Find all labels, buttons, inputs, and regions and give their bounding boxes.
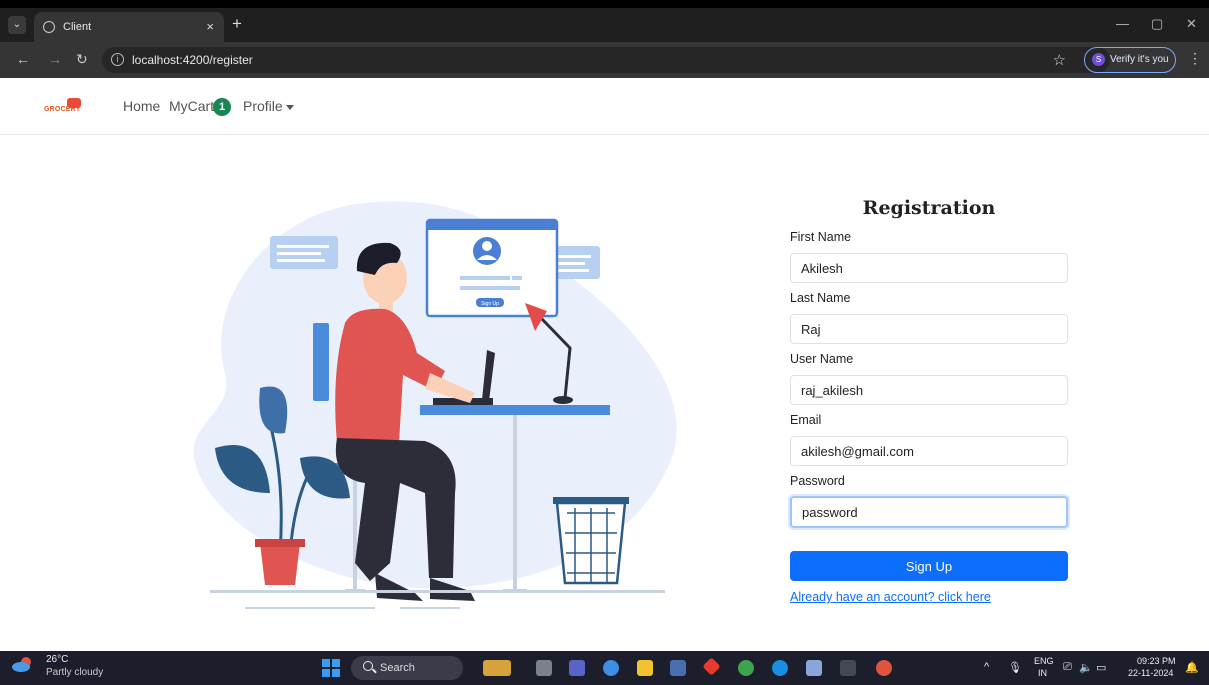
chrome-app-icon[interactable] bbox=[738, 660, 754, 676]
reload-icon[interactable]: ↻ bbox=[76, 51, 88, 68]
password-input[interactable] bbox=[790, 496, 1068, 528]
cart-count-badge: 1 bbox=[213, 98, 231, 116]
login-link[interactable]: Already have an account? click here bbox=[790, 590, 991, 604]
globe-icon bbox=[43, 21, 55, 33]
language-indicator[interactable]: ENG bbox=[1034, 656, 1054, 666]
minimize-icon[interactable]: — bbox=[1116, 16, 1129, 31]
terminal-icon[interactable] bbox=[840, 660, 856, 676]
logo-basket-icon bbox=[67, 98, 81, 108]
password-label: Password bbox=[790, 474, 845, 488]
url-text[interactable]: localhost:4200/register bbox=[132, 53, 253, 67]
email-label: Email bbox=[790, 413, 822, 427]
registration-illustration: Sign Up bbox=[193, 201, 677, 609]
email-input[interactable] bbox=[790, 436, 1068, 466]
copilot-icon[interactable] bbox=[603, 660, 619, 676]
form-title: Registration bbox=[862, 197, 996, 219]
tab-title: Client bbox=[63, 21, 92, 33]
forward-icon[interactable]: → bbox=[48, 51, 62, 67]
clock-time[interactable]: 09:23 PM bbox=[1137, 656, 1176, 666]
clock-date[interactable]: 22-11-2024 bbox=[1128, 668, 1173, 678]
chrome-icon[interactable] bbox=[876, 660, 892, 676]
user-name-label: User Name bbox=[790, 352, 854, 366]
new-tab-button[interactable]: + bbox=[232, 14, 242, 34]
tab-search-icon[interactable]: ⌄ bbox=[8, 16, 26, 34]
browser-tab[interactable]: Client × bbox=[34, 12, 224, 42]
site-info-icon[interactable]: i bbox=[111, 53, 124, 66]
app-icon[interactable] bbox=[806, 660, 822, 676]
windows-start-icon[interactable] bbox=[322, 659, 340, 677]
weather-temperature[interactable]: 26°C bbox=[46, 654, 68, 665]
user-name-input[interactable] bbox=[790, 375, 1068, 405]
teams-icon[interactable] bbox=[569, 660, 585, 676]
grocery-logo[interactable]: GROCERY bbox=[44, 98, 82, 116]
file-explorer-icon[interactable] bbox=[637, 660, 653, 676]
nav-home-link[interactable]: Home bbox=[123, 98, 160, 114]
nav-profile-dropdown[interactable]: Profile bbox=[243, 98, 283, 114]
back-icon[interactable]: ← bbox=[16, 51, 30, 67]
screen-signup-label: Sign Up bbox=[481, 301, 499, 307]
sign-up-button[interactable]: Sign Up bbox=[790, 551, 1068, 581]
store-icon[interactable] bbox=[670, 660, 686, 676]
taskbar-search[interactable]: Search bbox=[351, 656, 463, 680]
verify-label: Verify it's you bbox=[1110, 54, 1169, 65]
browser-tab-bar: ⌄ Client × + — ▢ ✕ bbox=[0, 8, 1209, 42]
battery-icon[interactable]: ▭ bbox=[1096, 661, 1106, 674]
nav-mycart-link[interactable]: MyCart bbox=[169, 98, 214, 114]
site-navbar: GROCERY Home MyCart 1 Profile bbox=[0, 78, 1209, 135]
network-icon[interactable]: ⎚ bbox=[1063, 661, 1072, 674]
edge-icon[interactable] bbox=[772, 660, 788, 676]
last-name-input[interactable] bbox=[790, 314, 1068, 344]
web-page: GROCERY Home MyCart 1 Profile Sign Up Re… bbox=[0, 78, 1209, 651]
tab-close-icon[interactable]: × bbox=[206, 19, 214, 34]
git-icon[interactable] bbox=[702, 657, 721, 676]
browser-toolbar: ← → ↻ i localhost:4200/register ☆ S Veri… bbox=[0, 42, 1209, 78]
weather-description[interactable]: Partly cloudy bbox=[46, 667, 103, 678]
windows-taskbar: 26°C Partly cloudy Search ^ 🎙 ENG IN ⎚ 🔈… bbox=[0, 651, 1209, 685]
chevron-down-icon bbox=[286, 105, 294, 110]
volume-icon[interactable]: 🔈 bbox=[1079, 661, 1093, 674]
taskbar-search-label: Search bbox=[380, 662, 415, 674]
first-name-input[interactable] bbox=[790, 253, 1068, 283]
task-view-icon[interactable] bbox=[536, 660, 552, 676]
weather-cloud-icon[interactable] bbox=[12, 656, 34, 672]
region-indicator[interactable]: IN bbox=[1038, 668, 1047, 678]
bookmark-star-icon[interactable]: ☆ bbox=[1053, 51, 1066, 69]
widgets-icon[interactable] bbox=[483, 660, 511, 676]
microphone-icon[interactable]: 🎙 bbox=[1008, 661, 1022, 674]
address-bar[interactable]: i localhost:4200/register ☆ bbox=[102, 47, 1110, 73]
first-name-label: First Name bbox=[790, 230, 852, 244]
search-icon bbox=[363, 661, 373, 671]
window-close-icon[interactable]: ✕ bbox=[1186, 16, 1197, 32]
restore-icon[interactable]: ▢ bbox=[1151, 16, 1163, 32]
profile-avatar-icon: S bbox=[1092, 53, 1105, 66]
last-name-label: Last Name bbox=[790, 291, 851, 305]
tray-overflow-icon[interactable]: ^ bbox=[984, 661, 989, 673]
notifications-icon[interactable]: 🔔 bbox=[1185, 661, 1199, 674]
browser-menu-icon[interactable]: ⋮ bbox=[1188, 50, 1202, 67]
verify-profile-button[interactable]: S Verify it's you bbox=[1084, 47, 1176, 73]
